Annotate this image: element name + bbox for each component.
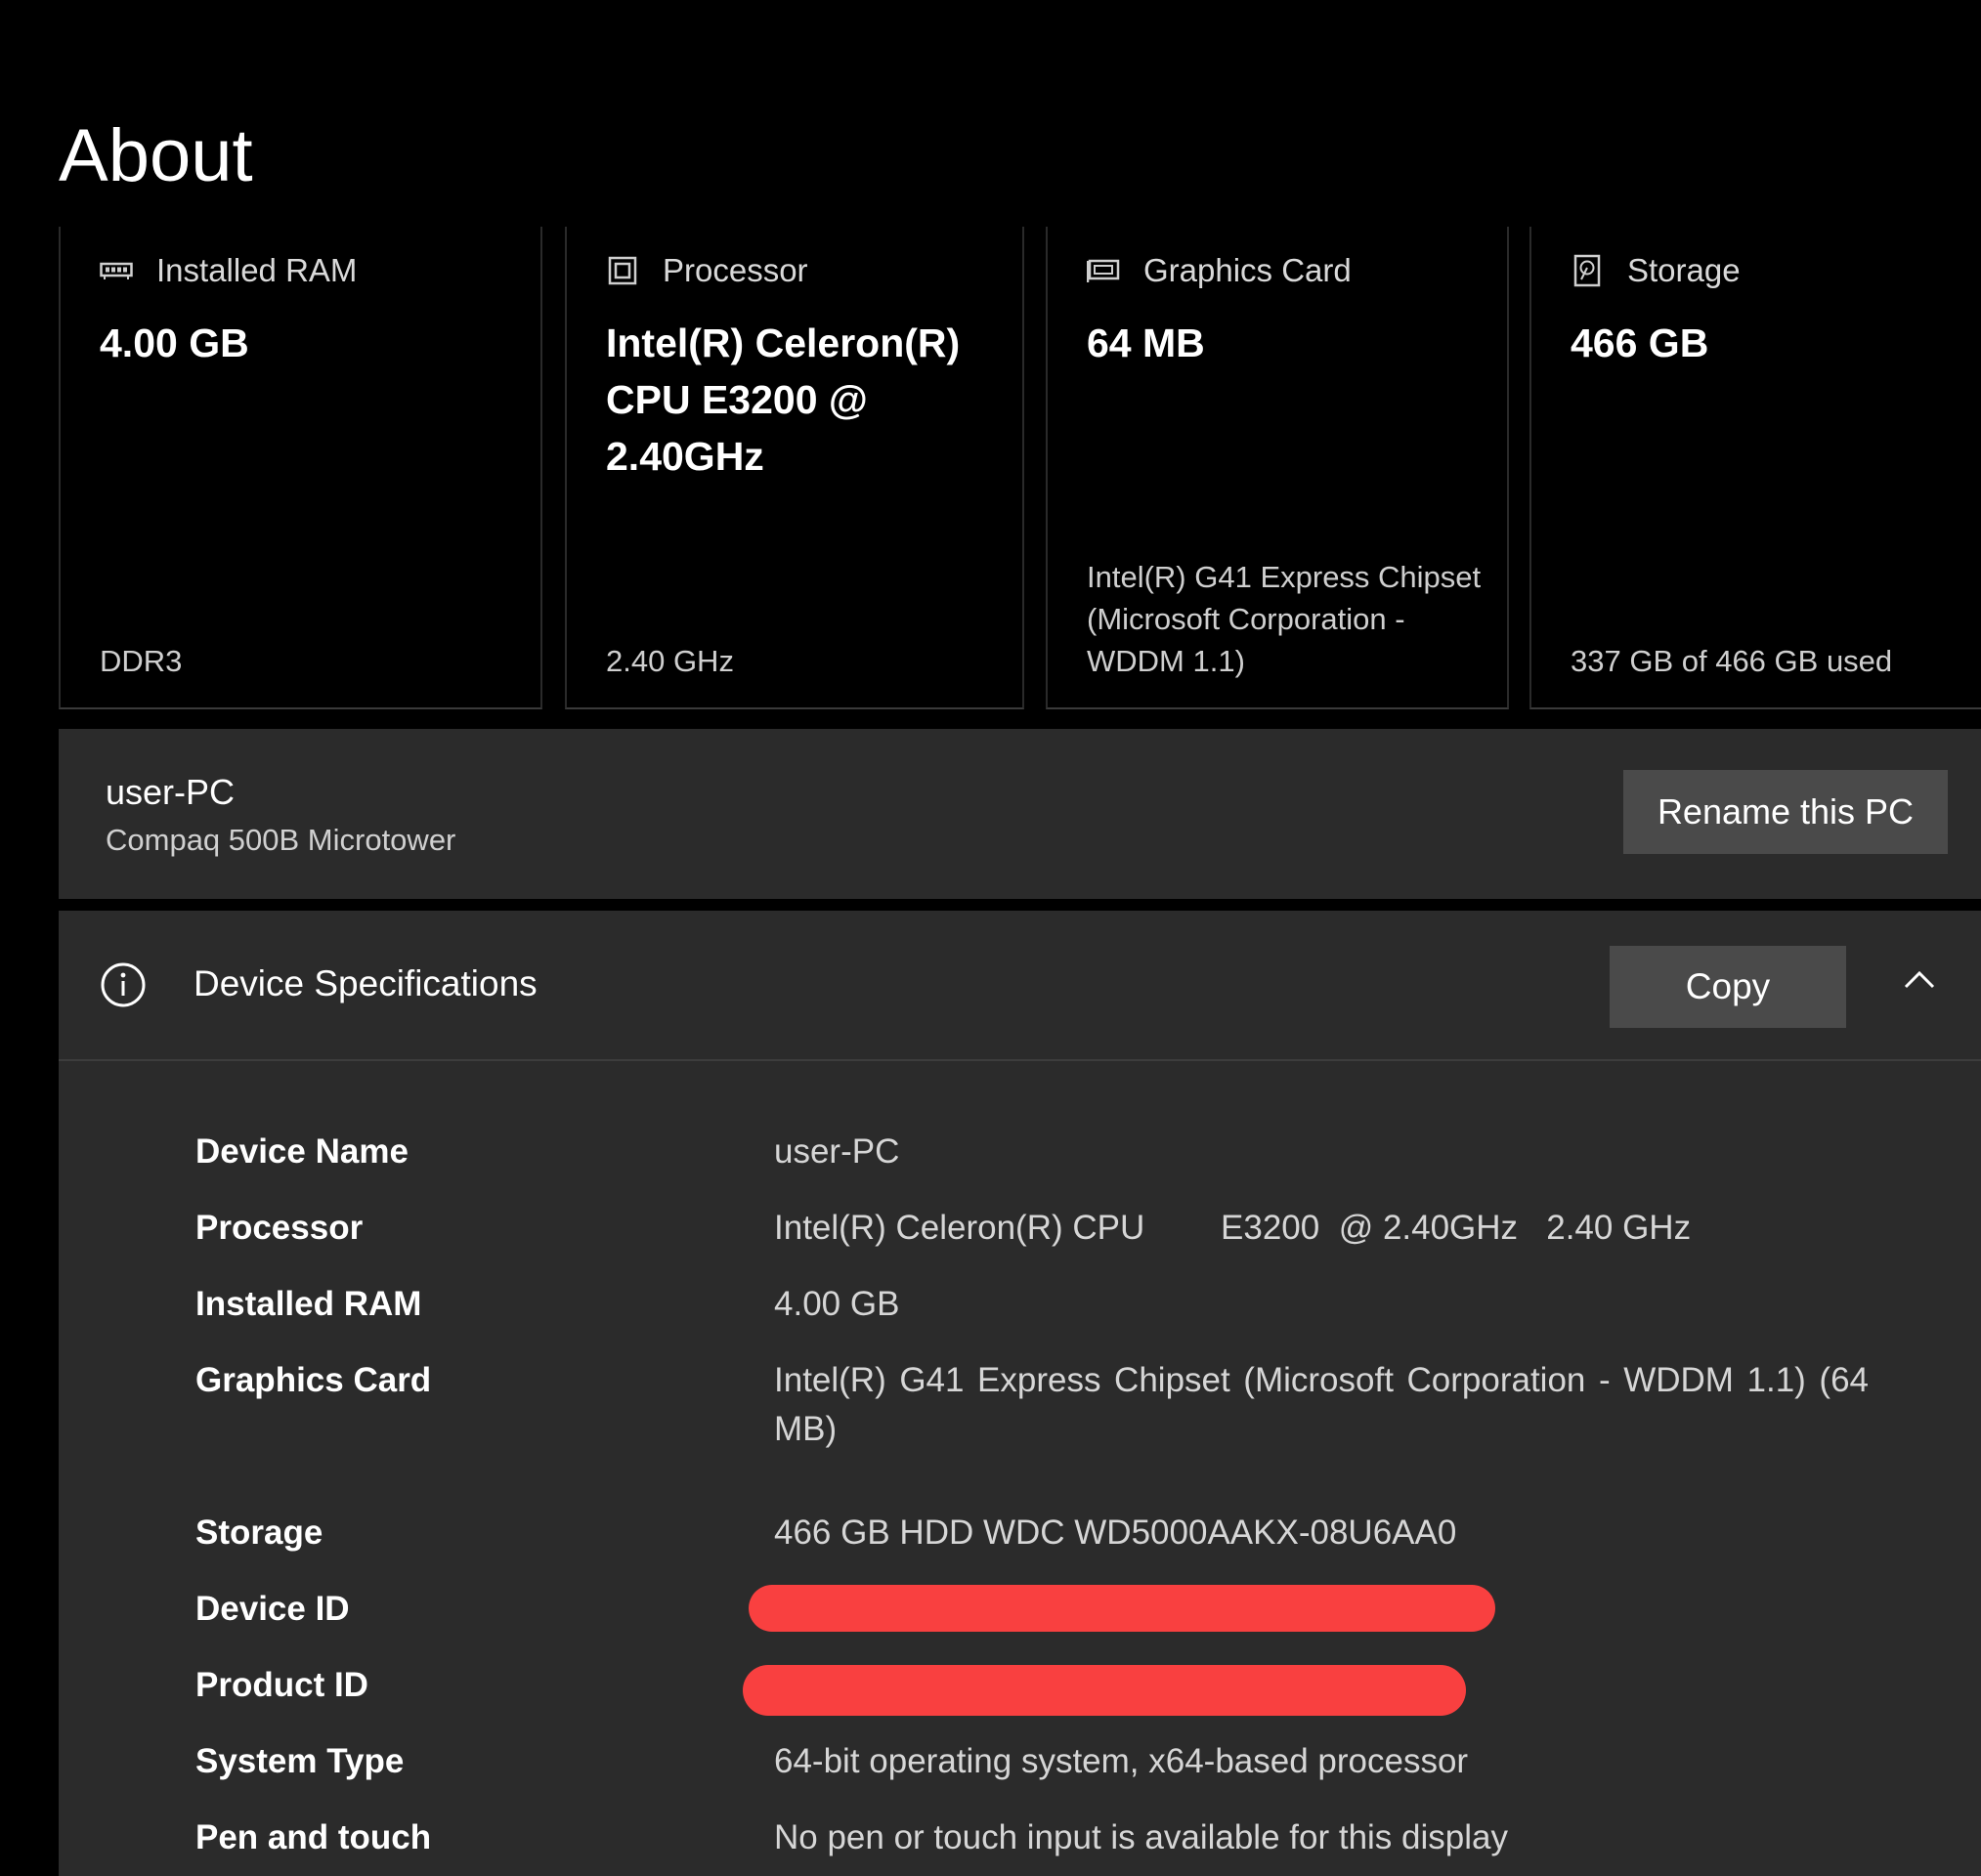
summary-cards: Installed RAM 4.00 GB DDR3 Processor Int… <box>59 227 1981 709</box>
spec-key: Device ID <box>195 1590 350 1628</box>
card-header: Storage <box>1571 246 1741 295</box>
spec-key: Processor <box>195 1209 364 1247</box>
page-title: About <box>59 114 253 197</box>
chevron-up-icon[interactable] <box>1898 959 1941 1002</box>
device-specifications-panel: Device Specifications Copy Device Name u… <box>59 911 1981 1876</box>
card-processor: Processor Intel(R) Celeron(R) CPU E3200 … <box>565 227 1024 709</box>
card-label: Processor <box>663 252 808 288</box>
card-graphics-card: Graphics Card 64 MB Intel(R) G41 Express… <box>1046 227 1509 709</box>
card-value: 4.00 GB <box>100 320 249 365</box>
spec-key: Installed RAM <box>195 1285 422 1323</box>
spec-value: No pen or touch input is available for t… <box>774 1818 1508 1856</box>
memory-icon <box>100 254 133 287</box>
card-subtext: 337 GB of 466 GB used <box>1571 644 1893 678</box>
card-installed-ram: Installed RAM 4.00 GB DDR3 <box>59 227 542 709</box>
spec-value: 4.00 GB <box>774 1285 900 1323</box>
spec-key: Product ID <box>195 1666 368 1704</box>
pc-name: user-PC <box>106 772 236 812</box>
info-icon <box>100 961 147 1008</box>
pc-name-panel: user-PC Compaq 500B Microtower Rename th… <box>59 729 1981 899</box>
about-page: About Installed RAM 4.00 GB DDR3 Process… <box>0 0 1981 1876</box>
spec-key: System Type <box>195 1742 405 1780</box>
card-subtext: 2.40 GHz <box>606 644 734 678</box>
card-storage: Storage 466 GB 337 GB of 466 GB used <box>1529 227 1981 709</box>
card-value: 466 GB <box>1571 320 1709 365</box>
spec-value: user-PC <box>774 1132 900 1171</box>
card-label: Storage <box>1627 252 1741 288</box>
spec-key: Storage <box>195 1514 323 1552</box>
card-header: Graphics Card <box>1087 246 1352 295</box>
spec-value: 466 GB HDD WDC WD5000AAKX-08U6AA0 <box>774 1514 1457 1552</box>
spec-key: Pen and touch <box>195 1818 432 1856</box>
spec-key: Graphics Card <box>195 1361 432 1399</box>
spec-value: Intel(R) Celeron(R) CPU E3200 @ 2.40GHz … <box>774 1209 1692 1247</box>
pc-model: Compaq 500B Microtower <box>106 823 456 857</box>
rename-pc-button[interactable]: Rename this PC <box>1623 770 1948 854</box>
card-value: Intel(R) Celeron(R) CPU E3200 @ 2.40GHz <box>606 320 961 479</box>
card-header: Processor <box>606 246 808 295</box>
card-header: Installed RAM <box>100 246 357 295</box>
copy-button[interactable]: Copy <box>1610 946 1846 1028</box>
redaction-bar <box>749 1585 1495 1632</box>
graphics-card-icon <box>1087 254 1120 287</box>
card-subtext: Intel(R) G41 Express Chipset (Microsoft … <box>1087 560 1482 678</box>
spec-value: 64-bit operating system, x64-based proce… <box>774 1742 1469 1780</box>
device-specifications-header[interactable]: Device Specifications Copy <box>59 911 1981 1061</box>
processor-icon <box>606 254 639 287</box>
storage-icon <box>1571 254 1604 287</box>
spec-key: Device Name <box>195 1132 409 1171</box>
device-specifications-title: Device Specifications <box>194 963 538 1003</box>
card-label: Installed RAM <box>156 252 358 288</box>
card-label: Graphics Card <box>1143 252 1352 288</box>
spec-value: Intel(R) G41 Express Chipset (Microsoft … <box>774 1361 1869 1448</box>
card-subtext: DDR3 <box>100 644 183 678</box>
redaction-bar <box>743 1665 1466 1716</box>
card-value: 64 MB <box>1087 320 1205 365</box>
